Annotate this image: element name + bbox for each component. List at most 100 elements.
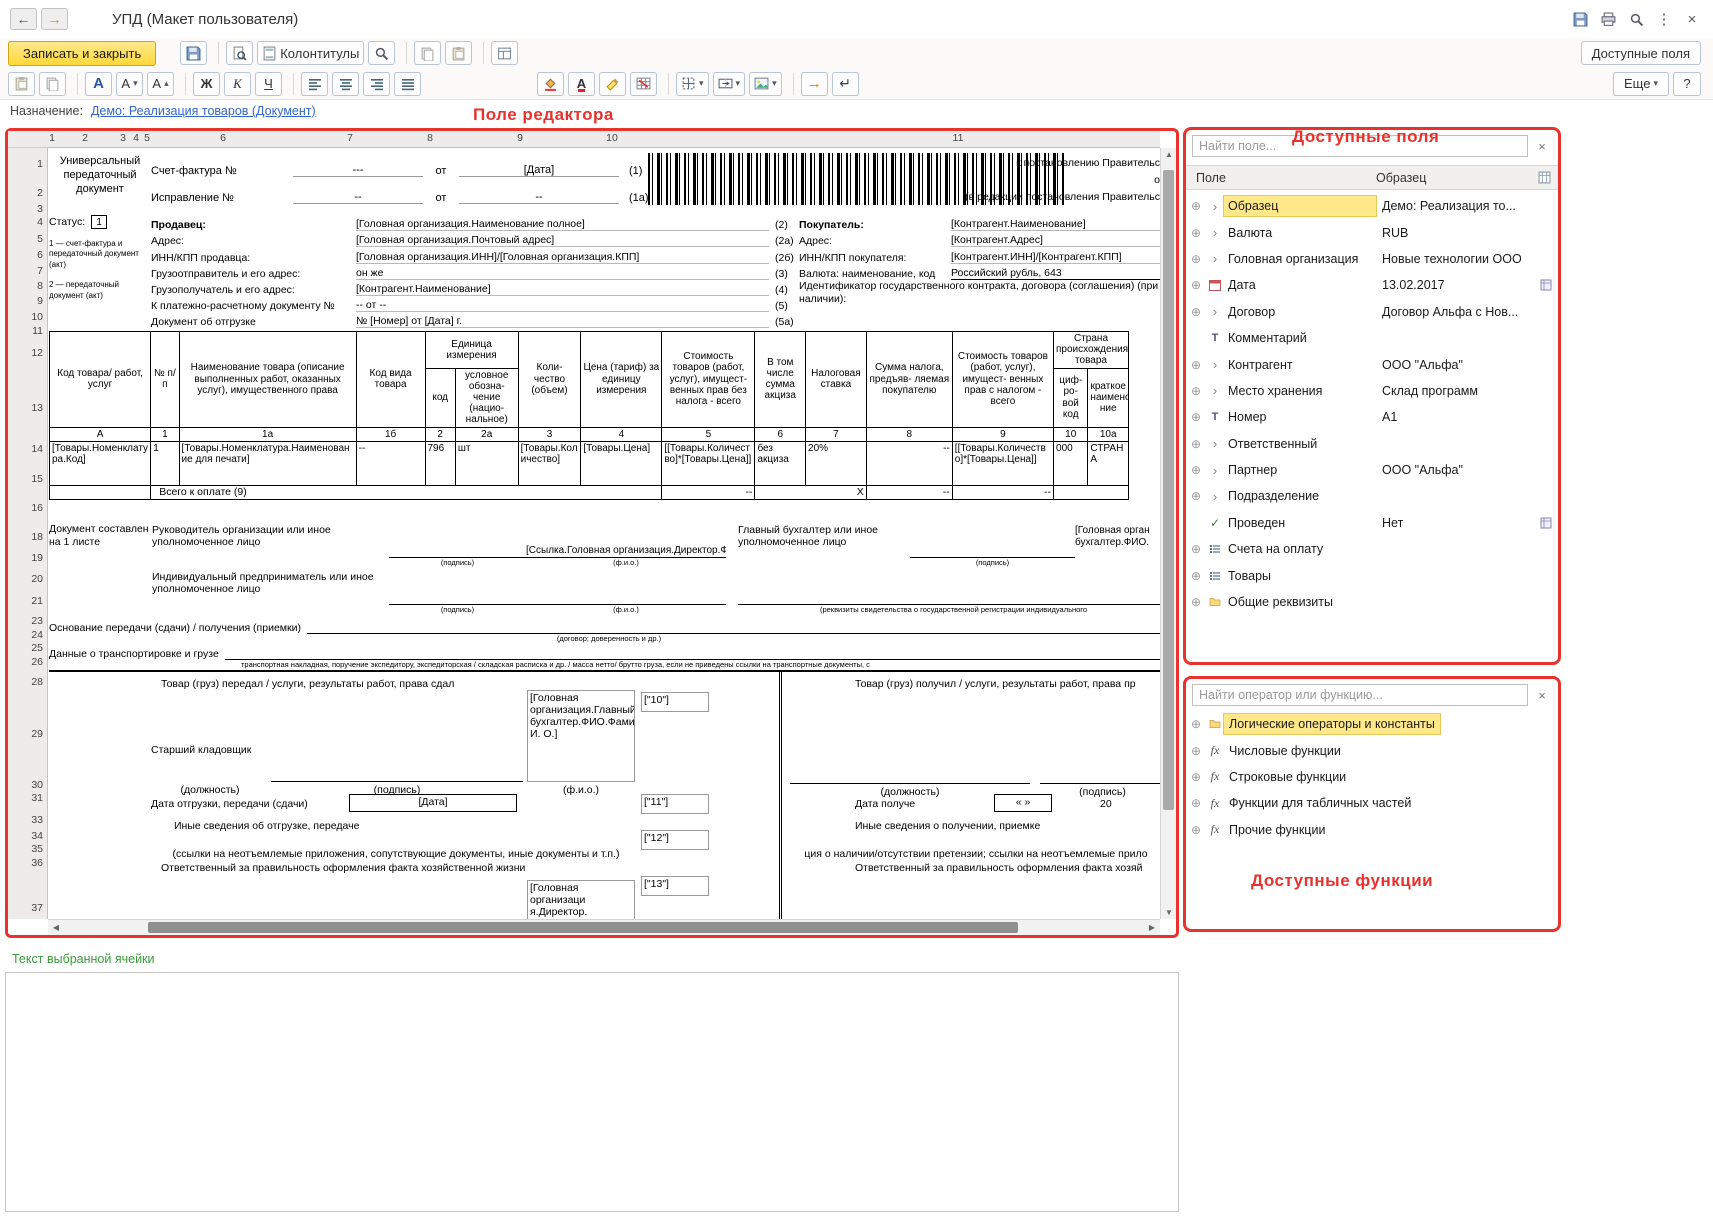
goods-header-cell[interactable]: В том числе сумма акциза (755, 332, 806, 428)
expand-plus-icon[interactable]: ⊕ (1186, 717, 1206, 731)
goods-total-cell[interactable]: -- (952, 485, 1053, 500)
buyer-row-value[interactable]: [Контрагент.Адрес] (951, 234, 1165, 247)
field-row[interactable]: ⊕ТНомерА1 (1186, 404, 1558, 430)
row-header-5[interactable]: 5 (37, 233, 43, 245)
goods-data-cell[interactable]: без акциза (755, 441, 806, 485)
fields-search-clear-button[interactable]: × (1532, 136, 1552, 156)
template-editor-area[interactable]: 1234567891011 12345678910111213141516181… (5, 128, 1179, 938)
col-header-9[interactable]: 9 (517, 132, 523, 144)
expand-plus-icon[interactable]: ⊕ (1186, 489, 1206, 503)
selected-cell-text-label[interactable]: Текст выбранной ячейки (12, 952, 155, 966)
expand-plus-icon[interactable]: ⊕ (1186, 569, 1206, 583)
kolontituly-button[interactable]: Колонтитулы (257, 41, 364, 65)
goods-data-cell[interactable]: 796 (425, 441, 455, 485)
goods-data-cell[interactable]: шт (455, 441, 518, 485)
signature-line[interactable]: (подпись) (389, 568, 526, 615)
function-row[interactable]: ⊕fxЧисловые функции (1186, 737, 1558, 763)
titlebar-menu-button[interactable]: ⋮ (1653, 8, 1675, 30)
col-header-11[interactable]: 11 (953, 132, 964, 144)
buyer-row-value[interactable]: [Контрагент.ИНН]/[Контрагент.КПП] (951, 251, 1165, 264)
expand-plus-icon[interactable]: ⊕ (1186, 823, 1206, 837)
vertical-scrollbar[interactable]: ▲ ▼ (1160, 148, 1176, 919)
correction-label[interactable]: Исправление № (151, 192, 293, 204)
goods-data-cell[interactable]: -- (866, 441, 952, 485)
goods-data-cell[interactable]: [Товары.Количество] (518, 441, 581, 485)
scroll-right-icon[interactable]: ▶ (1144, 923, 1160, 932)
signature-line[interactable]: (подпись) (389, 521, 526, 568)
goods-header-cell[interactable]: Цена (тариф) за единицу измерения (581, 332, 662, 428)
ship-date-cell[interactable]: [Дата] (349, 794, 517, 812)
horizontal-scrollbar[interactable]: ◀ ▶ (48, 919, 1160, 935)
goods-data-cell[interactable]: [[Товары.Количество]*[Товары.Цена]] (662, 441, 755, 485)
goods-data-cell[interactable]: СТРАНА (1088, 441, 1129, 485)
expand-plus-icon[interactable]: ⊕ (1186, 252, 1206, 266)
goods-letter-cell[interactable]: 10а (1088, 427, 1129, 441)
goods-total-label[interactable]: Всего к оплате (9) (151, 485, 662, 500)
goods-data-cell[interactable]: [Товары.Номенклатура.Наименование для пе… (179, 441, 356, 485)
row-header-6[interactable]: 6 (37, 249, 43, 261)
goods-header-cell[interactable]: Единица измерения (425, 332, 518, 369)
left-responsible-fio-cell[interactable]: [Головная организаци я.Директор. ФИО.Фам… (527, 880, 635, 920)
goods-data-cell[interactable]: 20% (806, 441, 867, 485)
save-button[interactable] (180, 41, 207, 65)
titlebar-save-button[interactable] (1569, 8, 1591, 30)
align-center-button[interactable] (332, 72, 359, 96)
basis-line[interactable] (307, 620, 1165, 634)
goods-total-cell[interactable]: X (755, 485, 866, 500)
expand-plus-icon[interactable]: ⊕ (1186, 770, 1206, 784)
row-header-30[interactable]: 30 (31, 779, 43, 791)
row-header-13[interactable]: 13 (31, 402, 43, 414)
signature-line[interactable]: (ф.и.о.) (526, 568, 726, 615)
row-header-3[interactable]: 3 (37, 203, 43, 215)
goods-header-cell[interactable]: Стоимость товаров (работ, услуг), имущес… (952, 332, 1053, 428)
functions-search-input[interactable] (1192, 684, 1528, 706)
italic-button[interactable]: К (224, 72, 251, 96)
goods-total-cell[interactable] (1054, 485, 1129, 500)
status-value-cell[interactable]: 1 (91, 215, 107, 229)
col-header-8[interactable]: 8 (427, 132, 433, 144)
row-header-16[interactable]: 16 (31, 502, 43, 514)
correction-number-cell[interactable]: -- (293, 191, 423, 204)
row-header-11[interactable]: 11 (32, 325, 43, 337)
vertical-scroll-thumb[interactable] (1163, 170, 1174, 810)
seller-row-value[interactable]: № [Номер] от [Дата] г. (356, 315, 769, 328)
field-row[interactable]: ⊕Счета на оплату (1186, 536, 1558, 562)
row-header-24[interactable]: 24 (31, 629, 43, 641)
receive-date-quotes-cell[interactable]: « » (994, 794, 1052, 812)
ref-cell-12[interactable]: ["12"] (641, 830, 709, 850)
forward-button[interactable]: → (41, 8, 68, 30)
goods-data-cell[interactable]: 000 (1054, 441, 1088, 485)
save-and-close-button[interactable]: Записать и закрыть (8, 41, 156, 66)
goods-total-cell[interactable]: -- (662, 485, 755, 500)
goods-letter-cell[interactable]: 10 (1054, 427, 1088, 441)
highlight-color-button[interactable] (599, 72, 626, 96)
correction-date-cell[interactable]: -- (459, 191, 619, 204)
expand-plus-icon[interactable]: ⊕ (1186, 410, 1206, 424)
font-increase-button[interactable]: А▴ (147, 72, 174, 96)
align-left-button[interactable] (301, 72, 328, 96)
underline-button[interactable]: Ч (255, 72, 282, 96)
text-color-button[interactable]: А (568, 72, 595, 96)
fill-color-button[interactable] (537, 72, 564, 96)
goods-header-cell[interactable]: Код товара/ работ, услуг (50, 332, 151, 428)
signature-line[interactable]: (реквизиты свидетельства о государственн… (738, 568, 1169, 615)
clear-format-button[interactable] (630, 72, 657, 96)
goods-header-cell[interactable]: Сумма налога, предъяв- ляемая покупателю (866, 332, 952, 428)
horizontal-scroll-thumb[interactable] (148, 922, 1018, 933)
row-header-36[interactable]: 36 (31, 857, 43, 869)
help-button[interactable]: ? (1673, 72, 1701, 96)
seller-row-value[interactable]: [Головная организация.ИНН]/[Головная орг… (356, 251, 769, 264)
scroll-down-icon[interactable]: ▼ (1161, 908, 1176, 917)
selected-cell-textarea[interactable] (5, 972, 1179, 1212)
field-row[interactable]: ⊕›ОбразецДемо: Реализация то... (1186, 193, 1558, 219)
doc-title-cell[interactable]: Универсальный передаточный документ (49, 153, 151, 211)
goods-header-cell[interactable]: код (425, 368, 455, 427)
align-justify-button[interactable] (394, 72, 421, 96)
goods-header-cell[interactable]: циф- ро- вой код (1054, 368, 1088, 427)
col-header-10[interactable]: 10 (606, 132, 618, 144)
seller-row-value[interactable]: [Головная организация.Наименование полно… (356, 218, 769, 231)
left-fio-cell[interactable]: [Головная организация.Главный бухгалтер.… (527, 690, 635, 782)
expand-plus-icon[interactable]: ⊕ (1186, 226, 1206, 240)
seller-row-value[interactable]: -- от -- (356, 299, 769, 312)
field-row[interactable]: ⊕Общие реквизиты (1186, 589, 1558, 615)
